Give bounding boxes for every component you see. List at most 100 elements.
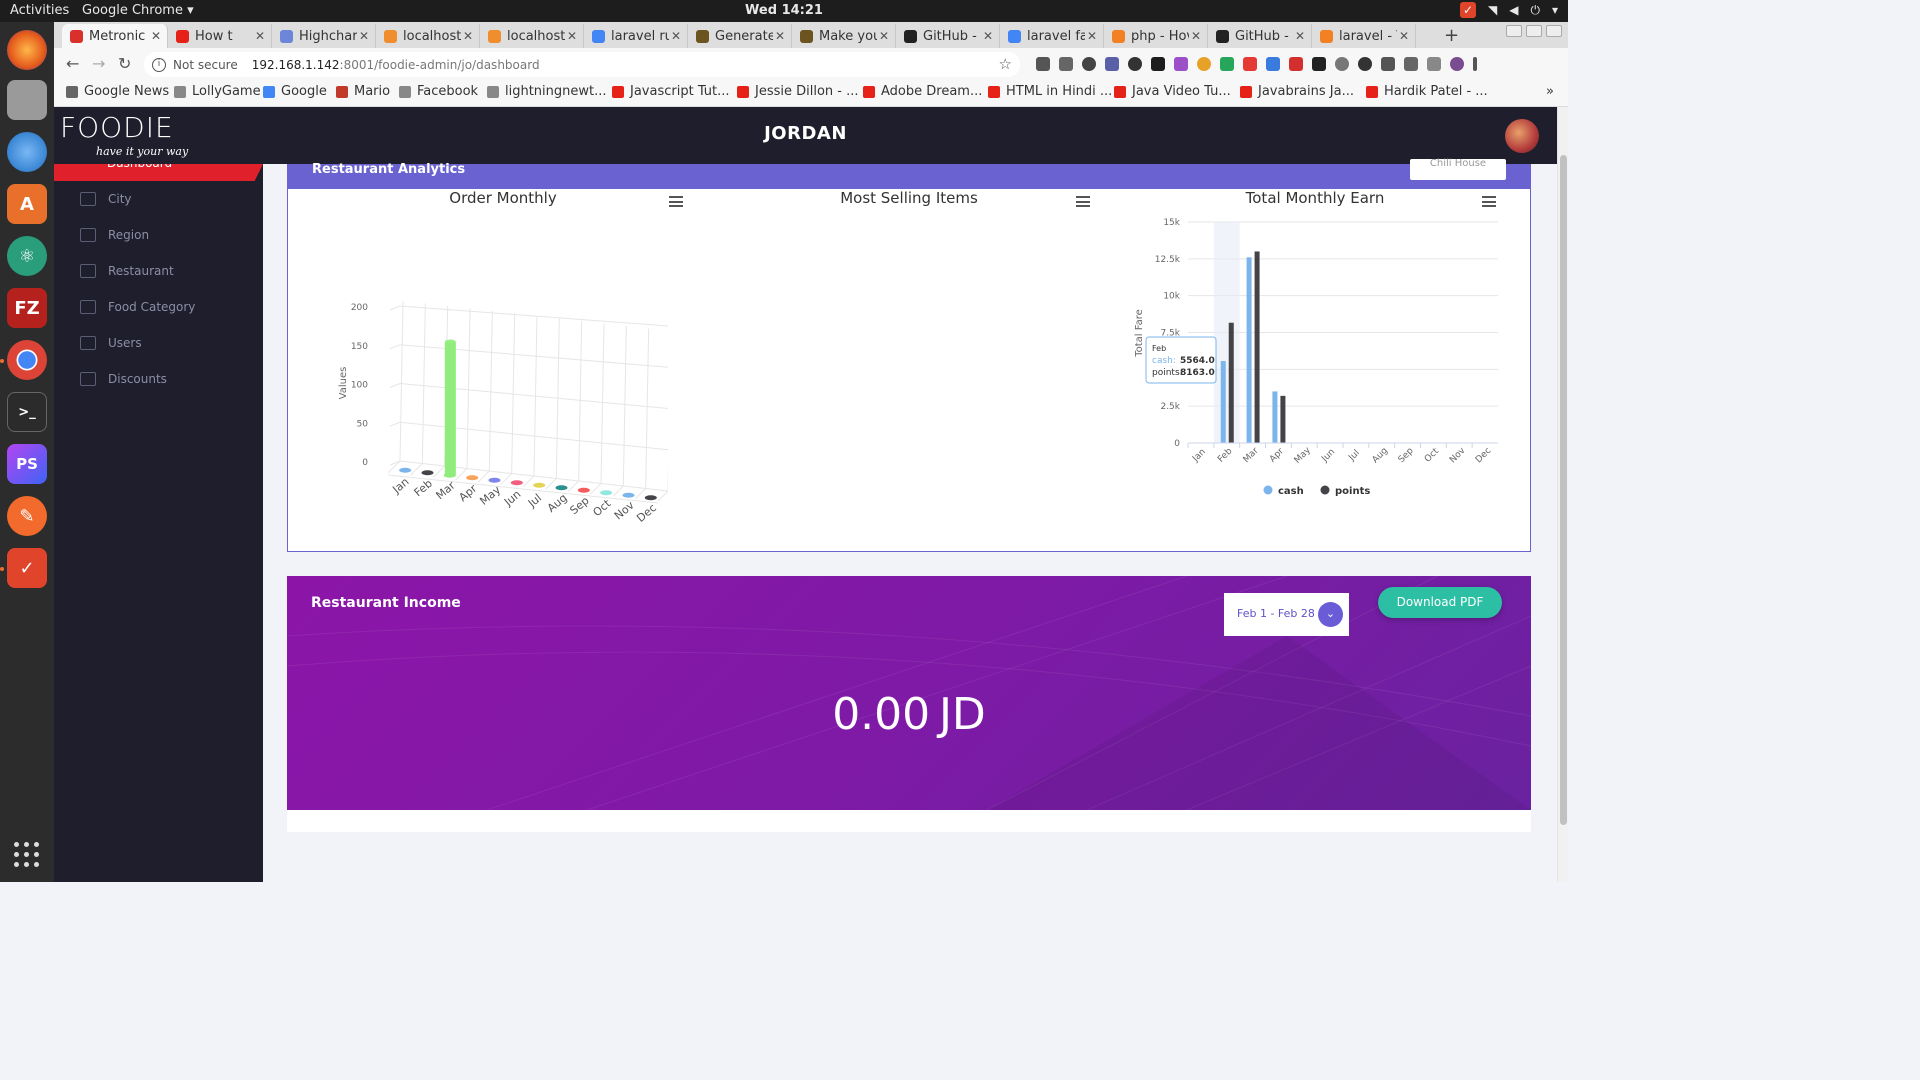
phpstorm-icon[interactable]: PS (7, 444, 47, 484)
back-button[interactable]: ← (66, 54, 79, 73)
chart-menu-icon[interactable] (1076, 196, 1090, 207)
close-window-button[interactable] (1546, 25, 1562, 37)
page-scrollbar[interactable] (1557, 107, 1568, 882)
bookmark-star-icon[interactable]: ☆ (999, 55, 1012, 73)
show-applications-icon[interactable] (14, 842, 40, 868)
user-avatar[interactable] (1505, 119, 1539, 153)
close-tab-icon[interactable]: ✕ (1085, 29, 1099, 43)
filezilla-icon[interactable]: FZ (7, 288, 47, 328)
sidebar-item-city[interactable]: City (54, 181, 263, 217)
extension-icon[interactable] (1128, 57, 1142, 71)
terminal-icon[interactable]: >_ (7, 392, 47, 432)
download-pdf-button[interactable]: Download PDF (1378, 587, 1502, 618)
browser-tab[interactable]: GitHub - f ✕ (1208, 24, 1312, 48)
browser-tab[interactable]: laravel fa ✕ (1000, 24, 1104, 48)
sidebar-item-discounts[interactable]: Discounts (54, 361, 263, 397)
extension-icon[interactable] (1381, 57, 1395, 71)
forward-button[interactable]: → (92, 54, 105, 73)
clock[interactable]: Wed 14:21 (0, 3, 1568, 18)
close-tab-icon[interactable]: ✕ (1293, 29, 1307, 43)
extension-icon[interactable] (1358, 57, 1372, 71)
extension-icon[interactable] (1082, 57, 1096, 71)
browser-tab[interactable]: Highchar ✕ (272, 24, 376, 48)
chrome-icon[interactable] (7, 340, 47, 380)
address-bar[interactable]: i Not secure 192.168.1.142:8001/foodie-a… (144, 52, 1020, 77)
extension-icon[interactable] (1404, 57, 1418, 71)
firefox-icon[interactable] (7, 30, 47, 70)
bookmark-item[interactable]: Java Video Tu... (1114, 84, 1231, 99)
browser-tab[interactable]: GitHub - f ✕ (896, 24, 1000, 48)
sidebar-item-food-category[interactable]: Food Category (54, 289, 263, 325)
close-tab-icon[interactable]: ✕ (981, 29, 995, 43)
camera-icon[interactable] (1427, 57, 1441, 71)
bookmark-item[interactable]: HTML in Hindi ... (988, 84, 1112, 99)
thunderbird-icon[interactable] (7, 132, 47, 172)
extension-icon[interactable] (1289, 57, 1303, 71)
bookmark-item[interactable]: Google News (66, 84, 169, 99)
extension-icon[interactable] (1151, 57, 1165, 71)
extension-icon[interactable] (1197, 57, 1211, 71)
browser-tab[interactable]: Generate ✕ (688, 24, 792, 48)
sidebar-item-region[interactable]: Region (54, 217, 263, 253)
bookmark-item[interactable]: Adobe Dream... (863, 84, 982, 99)
bookmark-item[interactable]: Javabrains Ja... (1240, 84, 1354, 99)
maximize-button[interactable] (1526, 25, 1542, 37)
browser-tab[interactable]: How t ✕ (168, 24, 272, 48)
extension-icon[interactable] (1335, 57, 1349, 71)
file-manager-icon[interactable] (7, 80, 47, 120)
bookmark-item[interactable]: Javascript Tut... (612, 84, 730, 99)
extension-icon[interactable] (1266, 57, 1280, 71)
url-text[interactable]: 192.168.1.142:8001/foodie-admin/jo/dashb… (252, 58, 540, 72)
atom-icon[interactable]: ⚛ (7, 236, 47, 276)
close-tab-icon[interactable]: ✕ (253, 29, 267, 43)
close-tab-icon[interactable]: ✕ (877, 29, 891, 43)
close-tab-icon[interactable]: ✕ (1189, 29, 1203, 43)
browser-tab[interactable]: Make you ✕ (792, 24, 896, 48)
system-tray[interactable]: ✓ ◥ ◀ ⏻ ▾ (1460, 2, 1558, 18)
close-tab-icon[interactable]: ✕ (773, 29, 787, 43)
minimize-button[interactable] (1506, 25, 1522, 37)
bookmark-item[interactable]: LollyGame (174, 84, 261, 99)
postman-icon[interactable]: ✎ (7, 496, 47, 536)
browser-tab[interactable]: php - Hov ✕ (1104, 24, 1208, 48)
extension-icon[interactable] (1174, 57, 1188, 71)
browser-tab[interactable]: localhost ✕ (376, 24, 480, 48)
bookmark-item[interactable]: Google (263, 84, 327, 99)
extension-icon[interactable] (1220, 57, 1234, 71)
chevron-down-icon[interactable]: ⌄ (1318, 602, 1343, 627)
close-tab-icon[interactable]: ✕ (357, 29, 371, 43)
sidebar-item-dashboard[interactable]: Dashboard (54, 164, 263, 181)
extension-icon[interactable] (1243, 57, 1257, 71)
extension-icon[interactable] (1036, 57, 1050, 71)
date-range-picker[interactable]: Feb 1 - Feb 28 ⌄ (1224, 593, 1349, 636)
browser-tab[interactable]: localhost ✕ (480, 24, 584, 48)
close-tab-icon[interactable]: ✕ (565, 29, 579, 43)
reload-button[interactable]: ↻ (118, 54, 131, 73)
extension-icon[interactable] (1059, 57, 1073, 71)
close-tab-icon[interactable]: ✕ (461, 29, 475, 43)
new-tab-button[interactable]: + (1444, 25, 1459, 46)
extension-icon[interactable] (1312, 57, 1326, 71)
browser-tab[interactable]: Metronic ✕ (62, 24, 168, 48)
restaurant-select[interactable]: Chili House (1410, 159, 1506, 180)
scrollbar-thumb[interactable] (1560, 155, 1567, 825)
chrome-menu-icon[interactable] (1473, 57, 1477, 71)
bookmark-item[interactable]: lightningnewt... (487, 84, 607, 99)
bookmark-item[interactable]: Facebook (399, 84, 478, 99)
browser-tab[interactable]: laravel ru ✕ (584, 24, 688, 48)
profile-icon[interactable] (1450, 57, 1464, 71)
chart-menu-icon[interactable] (1482, 196, 1496, 207)
browser-tab[interactable]: laravel - V✕ (1312, 24, 1416, 48)
sidebar-item-restaurant[interactable]: Restaurant (54, 253, 263, 289)
close-tab-icon[interactable]: ✕ (669, 29, 683, 43)
sidebar-item-users[interactable]: Users (54, 325, 263, 361)
chart-menu-icon[interactable] (669, 196, 683, 207)
tasks-icon[interactable]: ✓ (7, 548, 47, 588)
close-tab-icon[interactable]: ✕ (1397, 29, 1411, 43)
site-info-icon[interactable]: i (152, 57, 166, 72)
bookmark-item[interactable]: Hardik Patel - ... (1366, 84, 1488, 99)
bookmark-item[interactable]: Jessie Dillon - ... (737, 84, 859, 99)
bookmark-item[interactable]: Mario (336, 84, 390, 99)
task-indicator-icon[interactable]: ✓ (1460, 2, 1476, 18)
software-center-icon[interactable]: A (7, 184, 47, 224)
